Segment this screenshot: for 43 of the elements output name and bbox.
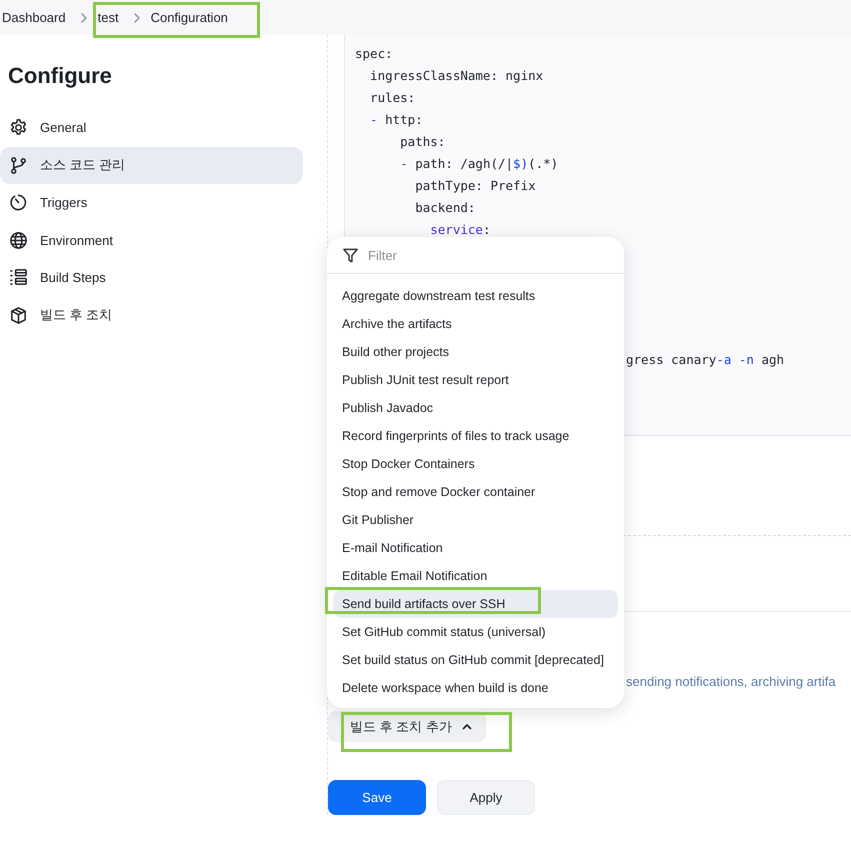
package-icon [9,306,28,325]
globe-icon [9,230,28,250]
gear-icon [9,118,28,138]
menu-item[interactable]: Send build artifacts over SSH [333,590,618,618]
code-line: service: [429,221,492,239]
menu-item[interactable]: Stop Docker Containers [333,450,618,478]
breadcrumb-link[interactable]: Dashboard [2,10,66,25]
menu-item[interactable]: Editable Email Notification [333,562,618,590]
sidebar-item[interactable]: 빌드 후 조치 [0,296,303,334]
code-line: ingressClassName: nginx [369,67,544,85]
menu-item[interactable]: Set GitHub commit status (universal) [333,618,618,646]
breadcrumb-link[interactable]: Configuration [150,10,228,25]
code-line: paths: [399,133,446,151]
list-icon [9,268,28,288]
caret-icon [462,723,472,730]
timer-icon [9,193,28,212]
sidebar-item[interactable]: Environment [0,222,303,259]
filter-icon [342,246,359,264]
save-button[interactable]: Save [328,780,426,815]
description-text: sending notifications, archiving artifa [626,674,836,689]
sidebar-item[interactable]: General [0,109,303,146]
code-line: rules: [369,89,416,107]
code-line: spec: [355,45,394,63]
menu-item[interactable]: Delete workspace when build is done [333,674,618,702]
menu-item[interactable]: E-mail Notification [333,534,618,562]
menu-item[interactable]: Git Publisher [333,506,618,534]
branch-icon [9,156,28,175]
chevron-icon [132,12,141,22]
apply-button[interactable]: Apply [437,780,535,815]
code-line: pathType: Prefix [414,177,537,195]
code-line: gress canary-a -n agh [626,351,784,369]
page-title: Configure [8,62,113,90]
sidebar-item[interactable]: Triggers [0,184,303,222]
menu-item[interactable]: Set build status on GitHub commit [deprecated] [333,646,618,674]
sidebar-item[interactable]: 소스 코드 관리 [0,146,303,184]
sidebar-item[interactable]: Build Steps [0,259,303,296]
filter-field[interactable]: Filter [368,248,568,262]
code-line: - http: [369,111,424,129]
chevron-icon [80,12,88,22]
breadcrumb-link[interactable]: test [98,10,119,25]
code-line: backend: [414,199,476,217]
code-line: - path: /agh(/|$)(.*) [399,155,560,173]
menu-item[interactable]: Stop and remove Docker container [333,478,618,506]
